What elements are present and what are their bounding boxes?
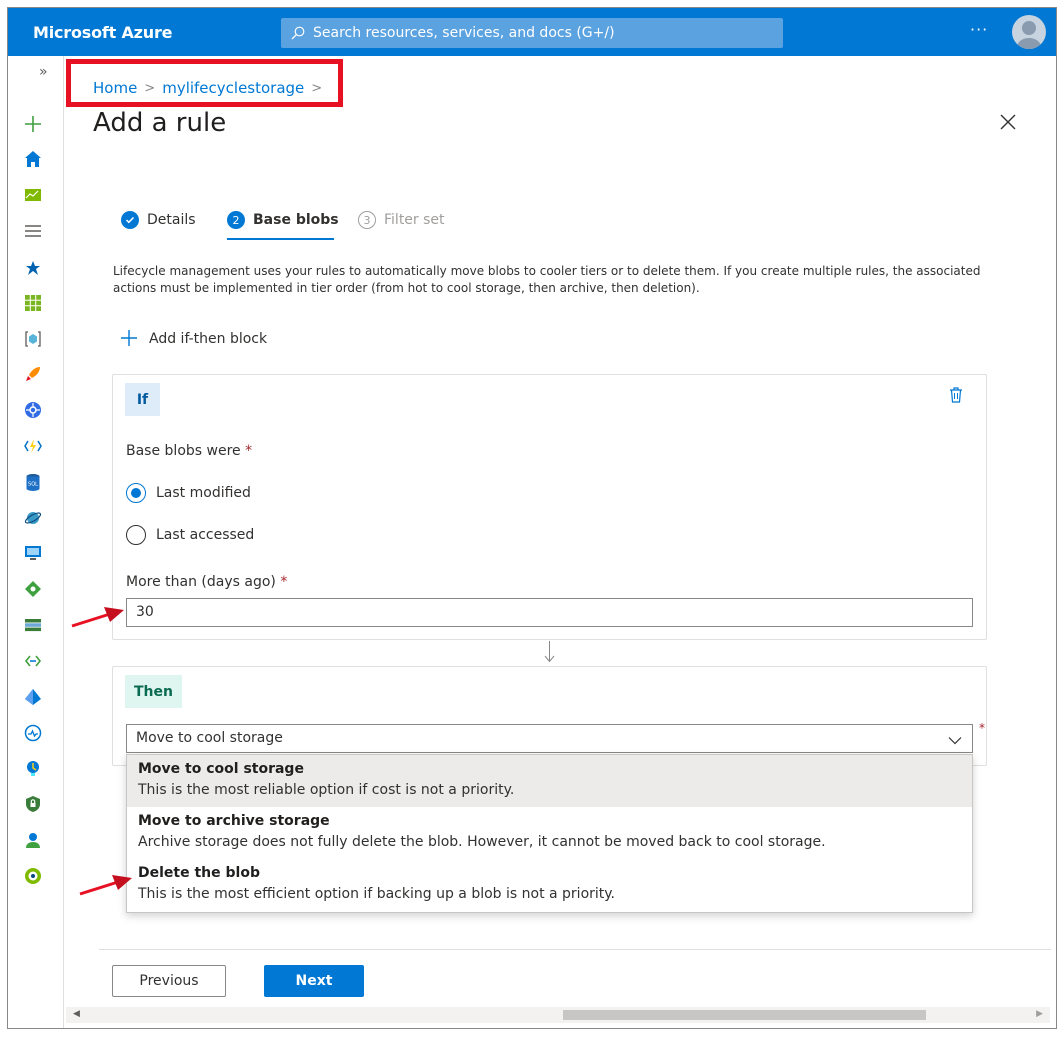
option-subtitle: This is the most efficient option if bac…	[138, 886, 616, 902]
radio-label: Last modified	[156, 485, 251, 501]
radio-unselected	[126, 525, 146, 545]
base-blobs-label-text: Base blobs were	[126, 443, 241, 459]
radio-selected	[126, 483, 146, 503]
annotation-arrow-delete	[79, 875, 132, 896]
expand-rail-icon[interactable]: »	[39, 64, 48, 80]
search-placeholder: Search resources, services, and docs (G+…	[313, 25, 615, 41]
azure-ad-icon[interactable]	[24, 688, 42, 706]
function-app-icon[interactable]	[24, 437, 42, 455]
lifecycle-description: Lifecycle management uses your rules to …	[113, 264, 981, 295]
step-number: 2	[227, 211, 245, 229]
required-mark: *	[979, 721, 985, 735]
option-title: Move to cool storage	[138, 761, 304, 777]
scroll-left-icon[interactable]: ◀	[73, 1009, 80, 1019]
days-ago-input[interactable]: 30	[126, 598, 973, 627]
virtual-networks-icon[interactable]	[24, 652, 42, 670]
annotation-arrow-days	[71, 607, 124, 628]
step-label: Base blobs	[253, 212, 339, 228]
quickstart-rocket-icon[interactable]	[24, 365, 42, 383]
monitor-icon[interactable]	[24, 724, 42, 742]
option-title: Delete the blob	[138, 865, 260, 881]
virtual-machines-icon[interactable]	[24, 544, 42, 562]
action-dropdown[interactable]: Move to cool storage	[126, 724, 973, 753]
required-mark: *	[245, 443, 253, 459]
top-bar: Microsoft Azure Search resources, servic…	[8, 8, 1056, 56]
option-subtitle: Archive storage does not fully delete th…	[138, 834, 826, 850]
option-move-to-cool[interactable]: Move to cool storage This is the most re…	[127, 755, 972, 807]
close-icon[interactable]	[1000, 114, 1020, 134]
radio-last-accessed[interactable]: Last accessed	[126, 525, 254, 545]
dropdown-value: Move to cool storage	[136, 730, 283, 746]
add-block-label: Add if-then block	[149, 331, 268, 347]
avatar[interactable]	[1012, 15, 1046, 49]
add-if-then-block-button[interactable]: Add if-then block	[119, 328, 267, 350]
kubernetes-icon[interactable]	[24, 401, 42, 419]
home-icon[interactable]	[24, 150, 42, 168]
chevron-down-icon	[948, 733, 962, 749]
page-title: Add a rule	[93, 108, 227, 138]
radio-label: Last accessed	[156, 527, 255, 543]
option-move-to-archive[interactable]: Move to archive storage Archive storage …	[127, 807, 972, 859]
load-balancer-icon[interactable]	[24, 580, 42, 598]
action-dropdown-menu: Move to cool storage This is the most re…	[126, 754, 973, 913]
active-step-indicator	[227, 238, 334, 240]
svg-text:SQL: SQL	[28, 482, 38, 488]
brand-label[interactable]: Microsoft Azure	[33, 23, 173, 42]
scroll-right-icon[interactable]: ▶	[1036, 1009, 1043, 1019]
resource-groups-icon[interactable]	[24, 330, 42, 348]
next-button[interactable]: Next	[264, 965, 364, 997]
dashboard-icon[interactable]	[24, 186, 42, 204]
left-nav-rail: » SQL	[8, 56, 64, 1028]
option-subtitle: This is the most reliable option if cost…	[138, 782, 515, 798]
previous-button[interactable]: Previous	[112, 965, 226, 997]
option-delete-blob[interactable]: Delete the blob This is the most efficie…	[127, 859, 972, 912]
if-tag: If	[125, 383, 160, 416]
storage-accounts-icon[interactable]	[24, 616, 42, 634]
check-icon	[121, 211, 139, 229]
step-base-blobs[interactable]: 2 Base blobs	[227, 211, 339, 229]
sql-database-icon[interactable]: SQL	[24, 473, 42, 491]
all-resources-icon[interactable]	[24, 294, 42, 312]
advisor-icon[interactable]	[24, 759, 42, 777]
step-label: Details	[147, 212, 196, 228]
option-title: Move to archive storage	[138, 813, 330, 829]
help-support-icon[interactable]	[24, 867, 42, 885]
days-label-text: More than (days ago)	[126, 574, 276, 590]
step-details[interactable]: Details	[121, 211, 196, 229]
delete-icon[interactable]	[949, 387, 963, 407]
user-icon	[1017, 21, 1041, 49]
cost-management-icon[interactable]	[24, 831, 42, 849]
create-resource-icon[interactable]	[24, 115, 42, 133]
radio-last-modified[interactable]: Last modified	[126, 483, 251, 503]
search-input[interactable]: Search resources, services, and docs (G+…	[281, 18, 783, 48]
search-icon	[291, 26, 305, 40]
favorites-star-icon[interactable]	[24, 259, 42, 277]
base-blobs-label: Base blobs were *	[126, 443, 252, 459]
horizontal-scrollbar[interactable]: ◀ ▶	[66, 1007, 1050, 1023]
connector-arrow-icon	[544, 655, 555, 663]
plus-icon	[119, 328, 139, 350]
required-mark: *	[280, 574, 288, 590]
scrollbar-thumb[interactable]	[563, 1010, 926, 1020]
security-center-icon[interactable]	[24, 795, 42, 813]
then-tag: Then	[125, 675, 182, 708]
azure-portal-window: Microsoft Azure Search resources, servic…	[7, 7, 1057, 1029]
more-icon[interactable]: ···	[970, 20, 988, 39]
step-label: Filter set	[384, 212, 445, 228]
step-number: 3	[358, 211, 376, 229]
footer-divider	[99, 949, 1051, 950]
all-services-icon[interactable]	[24, 222, 42, 240]
step-filter-set[interactable]: 3 Filter set	[358, 211, 445, 229]
breadcrumb-highlight-box	[66, 59, 343, 107]
cosmos-db-icon[interactable]	[24, 509, 42, 527]
days-label: More than (days ago) *	[126, 574, 287, 590]
